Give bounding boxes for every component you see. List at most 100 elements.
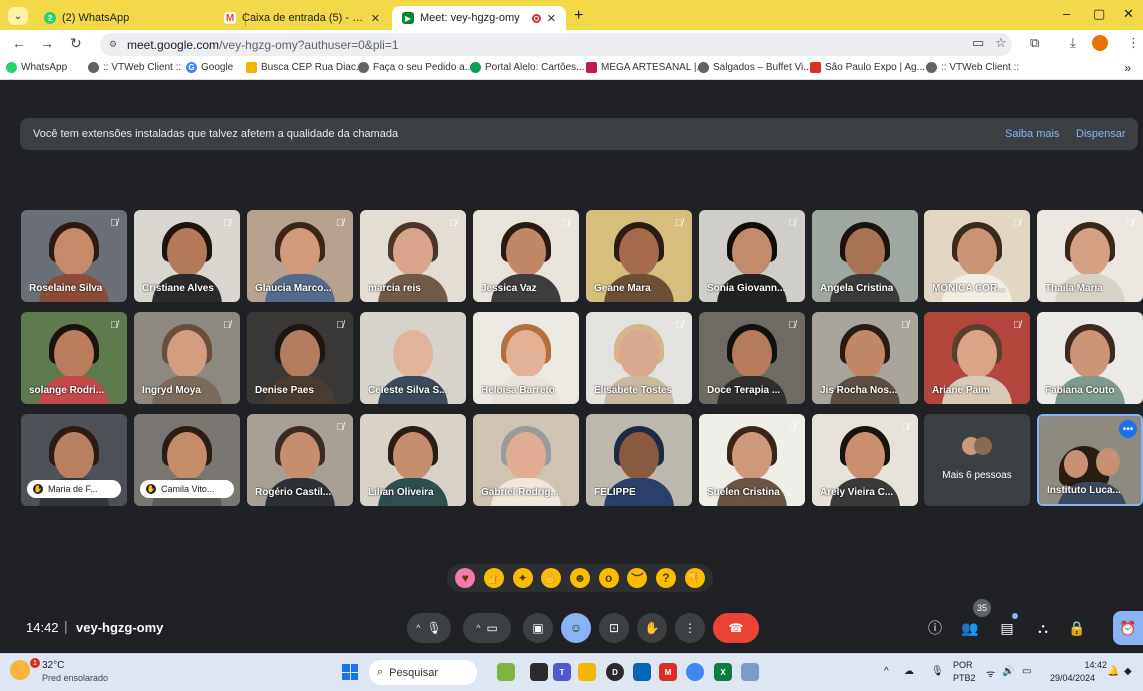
taskbar-search[interactable]: ⌕ Pesquisar [369, 660, 477, 685]
bookmark-item[interactable]: :: VTWeb Client :: [88, 62, 181, 73]
participant-tile[interactable]: 🎙̸ Thaila Maria [1037, 210, 1143, 302]
tab-search-button[interactable]: ⌄ [8, 7, 28, 25]
start-button[interactable] [342, 664, 358, 680]
notification-bell-icon[interactable]: 🔔 [1107, 666, 1119, 677]
close-tab-icon[interactable]: ✕ [547, 12, 556, 25]
mcafee-icon[interactable]: M [659, 663, 677, 681]
bookmark-item[interactable]: G Google [186, 62, 233, 73]
thinking-emoji[interactable]: ? [655, 568, 676, 588]
participant-tile[interactable]: Lilian Oliveira [360, 414, 466, 506]
chevron-up-icon[interactable]: ^ [884, 666, 889, 677]
participant-tile[interactable]: 🎙̸ Rogério Castil... [247, 414, 353, 506]
cloud-icon[interactable]: ☁ [904, 666, 914, 677]
thumbs-down-emoji[interactable]: 👎 [684, 568, 705, 588]
participant-tile[interactable]: 🎙̸ Jis Rocha Nos... [812, 312, 918, 404]
dell-icon[interactable]: D [606, 663, 624, 681]
participant-tile[interactable]: 🎙̸ Jessica Vaz [473, 210, 579, 302]
camera-button[interactable]: ^ ▭ [463, 613, 511, 643]
participant-tile[interactable]: 🎙̸ Ariane Paim [924, 312, 1030, 404]
participant-tile[interactable]: 🎙̸ Glaucia Marco... [247, 210, 353, 302]
participant-tile[interactable]: ✋ Maria de F... [21, 414, 127, 506]
participant-tile[interactable]: Fabiana Couto [1037, 312, 1143, 404]
copilot-icon[interactable]: ◆ [1124, 666, 1132, 677]
participant-tile[interactable]: 🎙̸ Suelen Cristina [699, 414, 805, 506]
weather-temperature[interactable]: 32°C [42, 660, 64, 671]
chevron-up-icon[interactable]: ^ [416, 623, 420, 633]
restore-icon[interactable]: ▢ [1093, 6, 1105, 22]
participant-tile[interactable]: 🎙̸ Elisabete Tostes [586, 312, 692, 404]
participant-tile[interactable]: 🎙̸ solange Rodri... [21, 312, 127, 404]
participant-tile[interactable]: 🎙̸ Ingryd Moya [134, 312, 240, 404]
bookmark-item[interactable]: Portal Alelo: Cartões... [470, 62, 585, 73]
party-popper-emoji[interactable]: ✦ [512, 568, 533, 588]
menu-kebab-icon[interactable]: ⋮ [1127, 35, 1140, 51]
download-icon[interactable]: ⤓ [1070, 35, 1076, 51]
participant-tile[interactable]: 🎙̸ Cristiane Alves [134, 210, 240, 302]
participant-tile[interactable]: 🎙̸ Denise Paes [247, 312, 353, 404]
laughing-emoji[interactable]: ☻ [569, 568, 590, 588]
microphone-tray-icon[interactable]: 🎙 [931, 666, 944, 677]
participant-tile[interactable]: 🎙̸ Geane Mara [586, 210, 692, 302]
bookmark-item[interactable]: WhatsApp [6, 62, 67, 73]
site-info-icon[interactable]: ⚙ [105, 37, 121, 53]
captions-button[interactable]: ▣ [523, 613, 553, 643]
store-icon[interactable] [633, 663, 651, 681]
language-indicator[interactable]: POR [953, 660, 973, 670]
clock-date[interactable]: 29/04/2024 [1050, 673, 1095, 683]
bookmark-item[interactable]: MEGA ARTESANAL |... [586, 62, 705, 73]
self-options-icon[interactable]: ••• [1119, 420, 1137, 438]
people-icon[interactable]: 👥 [959, 617, 981, 639]
participant-tile[interactable]: Celeste Silva S... [360, 312, 466, 404]
back-icon[interactable]: ← [12, 35, 26, 51]
tab-whatsapp[interactable]: 2 (2) WhatsApp ✕ [34, 6, 244, 30]
new-tab-button[interactable]: + [574, 7, 583, 25]
bookmarks-overflow-button[interactable]: » [1124, 61, 1131, 75]
reactions-button[interactable]: ☺ [561, 613, 591, 643]
keyboard-layout[interactable]: PTB2 [953, 673, 976, 683]
tab-gmail[interactable]: M Caixa de entrada (5) - instituto ✕ [214, 6, 390, 30]
weather-sun-icon[interactable] [10, 660, 30, 680]
host-controls-icon[interactable]: 🔒 [1066, 617, 1088, 639]
cast-icon[interactable]: ▭ [972, 35, 984, 51]
participant-tile[interactable]: ✋ Camila Vito... [134, 414, 240, 506]
excel-icon[interactable]: X [714, 663, 732, 681]
heart-emoji[interactable]: ♥ [455, 568, 476, 588]
crying-emoji[interactable]: ︶ [627, 568, 648, 588]
tab-meet[interactable]: ▶ Meet: vey-hgzg-omy ✕ [392, 6, 566, 30]
photos-icon[interactable] [741, 663, 759, 681]
microphone-button[interactable]: ^ 🎙 [407, 613, 451, 643]
weather-description[interactable]: Pred ensolarado [42, 673, 108, 683]
participant-tile[interactable]: 🎙̸ MONICA COR... [924, 210, 1030, 302]
chat-icon[interactable]: ▤ [996, 617, 1018, 639]
teams-icon[interactable]: T [553, 663, 571, 681]
participant-tile[interactable]: 🎙̸ Roselaine Silva [21, 210, 127, 302]
surprised-emoji[interactable]: o [598, 568, 619, 588]
timer-icon[interactable]: ⏰ [1113, 611, 1143, 645]
chevron-up-icon[interactable]: ^ [476, 623, 480, 633]
file-explorer-icon[interactable] [578, 663, 596, 681]
thumbs-up-emoji[interactable]: 👍 [483, 568, 504, 588]
participant-tile[interactable]: 🎙̸ Sonia Giovann... [699, 210, 805, 302]
gallery-app-icon[interactable] [497, 663, 515, 681]
clapping-emoji[interactable]: ✋ [541, 568, 562, 588]
participant-tile[interactable]: Angela Cristina [812, 210, 918, 302]
volume-icon[interactable]: 🔊 [1002, 666, 1014, 677]
learn-more-link[interactable]: Saiba mais [1005, 128, 1059, 140]
meeting-details-icon[interactable]: ⓘ [924, 617, 946, 639]
clock-time[interactable]: 14:42 [1067, 660, 1107, 670]
address-bar[interactable]: ⚙ meet.google.com /vey-hgzg-omy?authuser… [100, 33, 1012, 56]
raise-hand-button[interactable]: ✋ [637, 613, 667, 643]
self-view-tile[interactable]: ••• Instituto Luca... [1037, 414, 1143, 506]
activities-icon[interactable]: ⛬ [1032, 617, 1054, 639]
bookmark-item[interactable]: :: VTWeb Client :: [926, 62, 1019, 73]
battery-icon[interactable]: ▭ [1022, 666, 1031, 677]
close-tab-icon[interactable]: ✕ [371, 12, 380, 25]
bookmark-item[interactable]: São Paulo Expo | Ag... [810, 62, 925, 73]
participant-tile[interactable]: Gabriel Rodrig... [473, 414, 579, 506]
chrome-icon[interactable] [686, 663, 704, 681]
reload-icon[interactable]: ↻ [70, 35, 82, 52]
more-people-tile[interactable]: Mais 6 pessoas [924, 414, 1030, 506]
participant-tile[interactable]: 🎙̸ marcia reis [360, 210, 466, 302]
participant-tile[interactable]: Heloisa Barreto [473, 312, 579, 404]
bookmark-star-icon[interactable]: ☆ [995, 35, 1007, 51]
